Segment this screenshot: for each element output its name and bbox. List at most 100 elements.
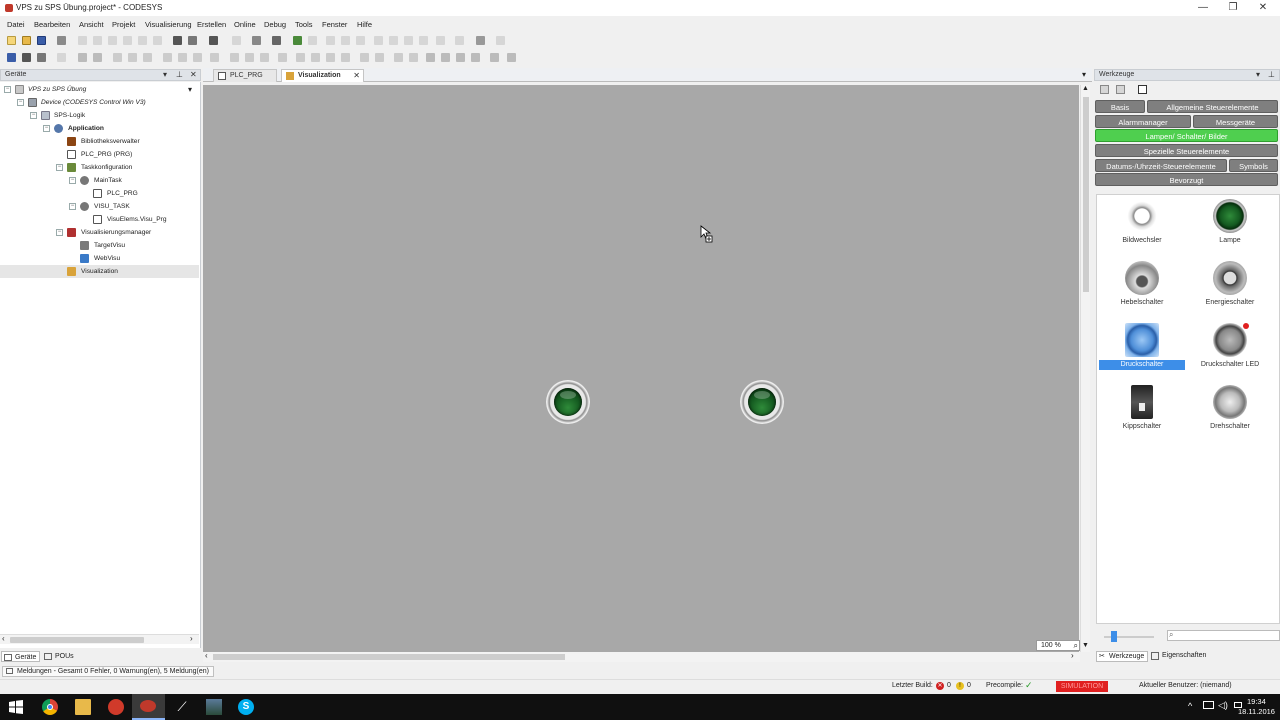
scroll-left-icon[interactable]: ‹ [205,651,208,660]
menu-projekt[interactable]: Projekt [112,20,135,29]
collapse-icon[interactable]: − [17,99,24,106]
tree-horizontal-scrollbar[interactable]: ‹ › [0,634,199,644]
same-height-icon[interactable] [245,53,254,62]
tree-item-targetvisu[interactable]: TargetVisu [0,239,199,252]
toolbox-search-input[interactable]: ⌕ [1167,630,1280,641]
tab-plc-prg[interactable]: PLC_PRG [213,69,277,82]
category-alarmmanager[interactable]: Alarmmanager [1095,115,1191,128]
find-icon[interactable] [173,36,182,45]
distribute-horizontal-icon[interactable] [210,53,219,62]
menu-bearbeiten[interactable]: Bearbeiten [34,20,70,29]
align-middle-icon[interactable] [178,53,187,62]
increase-spacing-icon[interactable] [326,53,335,62]
align-bottom-icon[interactable] [193,53,202,62]
delete-icon[interactable] [153,36,162,45]
menu-visualisierung[interactable]: Visualisierung [145,20,192,29]
category-basis[interactable]: Basis [1095,100,1145,113]
align-top-icon[interactable] [163,53,172,62]
interface-editor-icon[interactable] [22,53,31,62]
scrollbar-thumb[interactable] [1083,97,1089,292]
lamp-element-2[interactable] [740,380,784,424]
collapse-icon[interactable]: − [69,177,76,184]
monitor-icon[interactable] [476,36,485,45]
lamp-element-1[interactable] [546,380,590,424]
tool-drehschalter[interactable]: Drehschalter [1187,383,1273,443]
save-icon[interactable] [37,36,46,45]
tool-druckschalter[interactable]: Druckschalter [1099,321,1185,381]
toolbox-view-list-icon[interactable] [1100,85,1109,94]
build-icon[interactable] [232,36,241,45]
tab-list-dropdown-icon[interactable]: ▾ [1082,70,1086,79]
same-size-icon[interactable] [260,53,269,62]
scroll-right-icon[interactable]: › [1071,651,1074,660]
ungroup-icon[interactable] [93,53,102,62]
spacing-icon[interactable] [278,53,287,62]
battery-icon[interactable] [1203,701,1214,709]
tree-item-application[interactable]: − Application [0,122,199,135]
file-explorer-icon[interactable] [75,699,91,715]
insert-icon[interactable] [252,36,261,45]
canvas-horizontal-scrollbar[interactable]: ‹ › [203,651,1080,662]
same-width-icon[interactable] [230,53,239,62]
messages-tab[interactable]: Meldungen - Gesamt 0 Fehler, 0 Warnung(e… [2,666,214,677]
tree-item-visualization[interactable]: Visualization [0,265,199,278]
align-right-icon[interactable] [143,53,152,62]
tab-visualization[interactable]: Visualization ✕ [281,69,364,82]
tool-hebelschalter[interactable]: Hebelschalter [1099,259,1185,319]
category-lampen-schalter-bilder[interactable]: Lampen/ Schalter/ Bilder [1095,129,1278,142]
tree-item-project[interactable]: − VPS zu SPS Übung ▾ [0,83,199,96]
windows-start-icon[interactable] [8,699,24,715]
copy-icon[interactable] [123,36,132,45]
step-into-icon[interactable] [404,36,413,45]
collapse-icon[interactable]: − [56,229,63,236]
panel-dropdown-icon[interactable]: ▾ [163,70,167,79]
group-icon[interactable] [78,53,87,62]
more-options-icon[interactable] [496,36,505,45]
send-to-back-icon[interactable] [441,53,450,62]
tab-devices[interactable]: Geräte [1,651,41,662]
open-folder-icon[interactable] [22,36,31,45]
tree-item-webvisu[interactable]: WebVisu [0,252,199,265]
login-icon[interactable] [293,36,302,45]
clock-date[interactable]: 18.11.2016 [1238,707,1275,716]
redo-icon[interactable] [93,36,102,45]
tree-item-device[interactable]: − Device (CODESYS Control Win V3) [0,96,199,109]
scroll-down-icon[interactable]: ▼ [1082,642,1089,649]
tree-item-sps-logik[interactable]: − SPS-Logik [0,109,199,122]
breakpoint-icon[interactable] [374,36,383,45]
collapse-icon[interactable]: − [30,112,37,119]
zoom-display[interactable]: 100 % ⌕ [1036,640,1080,651]
undo-icon[interactable] [78,36,87,45]
skype-icon[interactable]: S [238,699,254,715]
menu-erstellen[interactable]: Erstellen [197,20,226,29]
tray-overflow-icon[interactable]: ^ [1188,701,1192,711]
align-center-icon[interactable] [128,53,137,62]
frame-icon[interactable] [57,53,66,62]
center-vertical-icon[interactable] [375,53,384,62]
category-messgeraete[interactable]: Messgeräte [1193,115,1278,128]
pin-icon[interactable]: ⊥ [176,70,183,79]
bring-forward-icon[interactable] [394,53,403,62]
collapse-icon[interactable]: − [4,86,11,93]
tool-lampe[interactable]: Lampe [1187,197,1273,257]
cut-icon[interactable] [108,36,117,45]
toolbox-view-details-icon[interactable] [1116,85,1125,94]
library-icon[interactable] [209,36,218,45]
grid-icon[interactable] [272,36,281,45]
new-file-icon[interactable] [7,36,16,45]
photos-icon[interactable] [206,699,222,715]
tree-item-maintask[interactable]: − MainTask [0,174,199,187]
close-window-button[interactable]: ✕ [1246,0,1280,16]
scrollbar-thumb[interactable] [213,654,565,660]
vertical-spacing-icon[interactable] [296,53,305,62]
collapse-icon[interactable]: − [43,125,50,132]
step-out-icon[interactable] [419,36,428,45]
chrome-icon[interactable] [42,699,58,715]
tree-item-visuelems[interactable]: VisuElems.Visu_Prg [0,213,199,226]
panel-dropdown-icon[interactable]: ▾ [1256,70,1260,79]
send-backward-icon[interactable] [409,53,418,62]
minimize-button[interactable]: — [1186,0,1220,16]
decrease-spacing-icon[interactable] [341,53,350,62]
bring-to-front-icon[interactable] [426,53,435,62]
simulation-badge[interactable]: SIMULATION [1056,681,1108,692]
